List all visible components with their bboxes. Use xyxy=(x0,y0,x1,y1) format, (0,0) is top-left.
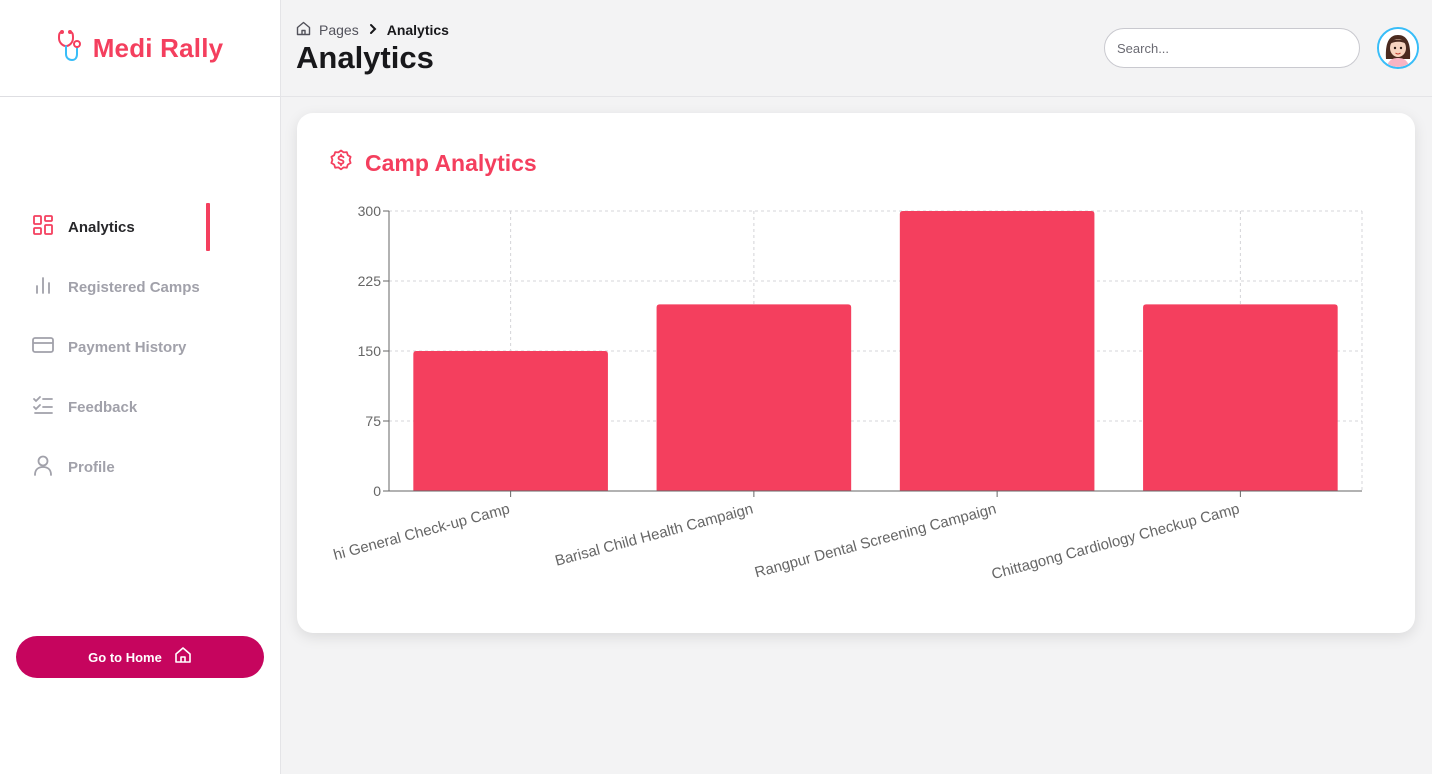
breadcrumb: Pages Analytics xyxy=(296,21,449,39)
bar xyxy=(413,351,608,491)
y-tick-label: 225 xyxy=(358,273,382,289)
grid-icon xyxy=(32,214,54,241)
home-icon xyxy=(174,646,192,669)
app-name: Medi Rally xyxy=(92,32,224,63)
home-icon[interactable] xyxy=(296,21,311,39)
sidebar-item-label: Registered Camps xyxy=(68,278,200,296)
sidebar-item-payment-history[interactable]: Payment History xyxy=(0,323,281,371)
logo[interactable]: Medi Rally xyxy=(0,0,280,97)
user-icon xyxy=(32,454,54,481)
sidebar-item-label: Payment History xyxy=(68,338,187,356)
x-tick-label: Rangpur Dental Screening Campaign xyxy=(753,500,998,581)
bar xyxy=(899,211,1095,491)
bar xyxy=(656,304,852,491)
chevron-right-icon xyxy=(367,22,379,38)
active-indicator xyxy=(206,203,210,251)
stethoscope-icon xyxy=(57,29,83,68)
sidebar: Medi Rally Analytics Registered Camps Pa… xyxy=(0,0,281,774)
x-tick-label: hi General Check-up Camp xyxy=(332,500,512,563)
x-tick-label: Chittagong Cardiology Checkup Camp xyxy=(990,500,1242,583)
breadcrumb-current: Analytics xyxy=(386,22,449,38)
search-input[interactable] xyxy=(1104,28,1360,68)
bar-chart-icon xyxy=(32,274,54,301)
page-title: Analytics xyxy=(296,40,434,75)
credit-card-icon xyxy=(32,334,54,361)
breadcrumb-root[interactable]: Pages xyxy=(319,22,359,38)
go-to-home-button[interactable]: Go to Home xyxy=(16,636,264,678)
x-tick-label: Barisal Child Health Campaign xyxy=(553,500,755,569)
avatar[interactable] xyxy=(1377,27,1419,69)
sidebar-item-label: Profile xyxy=(68,458,115,476)
camp-analytics-card: Camp Analytics 0 75 150 225 300 hi General Ch… xyxy=(297,113,1415,633)
y-tick-label: 75 xyxy=(365,413,381,429)
sidebar-item-feedback[interactable]: Feedback xyxy=(0,383,281,431)
bar-chart: 0 75 150 225 300 hi General Check-up Camp Bari… xyxy=(332,203,1363,583)
sidebar-item-analytics[interactable]: Analytics xyxy=(0,203,281,251)
sidebar-item-label: Analytics xyxy=(68,218,135,236)
sidebar-item-profile[interactable]: Profile xyxy=(0,443,281,491)
go-to-home-label: Go to Home xyxy=(88,649,162,665)
bar xyxy=(1143,304,1338,491)
y-tick-label: 150 xyxy=(358,343,382,359)
topbar: Pages Analytics Analytics xyxy=(281,0,1432,97)
sidebar-item-registered-camps[interactable]: Registered Camps xyxy=(0,263,281,311)
y-tick-label: 300 xyxy=(358,203,382,219)
sidebar-item-label: Feedback xyxy=(68,398,138,416)
y-tick-label: 0 xyxy=(373,483,381,499)
checklist-icon xyxy=(32,394,54,421)
sidebar-nav: Analytics Registered Camps Payment Histo… xyxy=(0,203,281,503)
